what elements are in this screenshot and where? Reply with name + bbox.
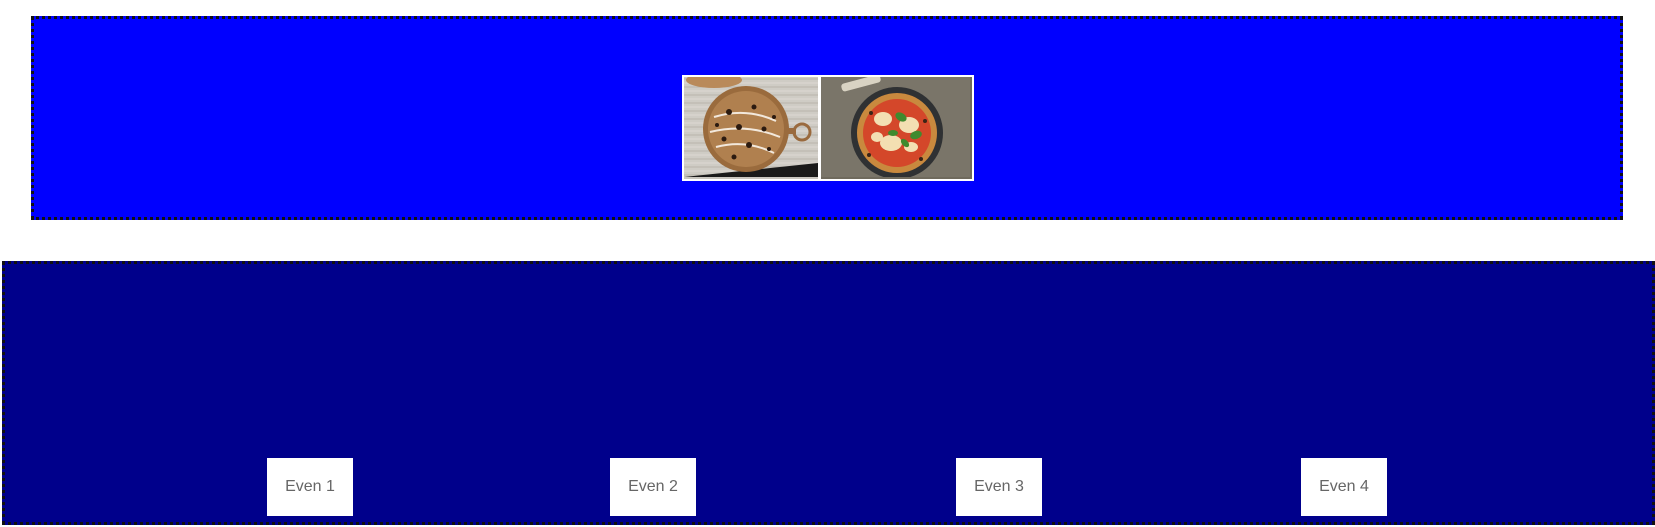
even-card-label: Even 4 <box>1319 478 1369 495</box>
cookie-pizza-illustration <box>684 77 818 177</box>
bottom-navy-banner: Even 1 Even 2 Even 3 Even 4 <box>2 261 1655 525</box>
margherita-pizza-illustration <box>821 77 970 179</box>
even-card-1[interactable]: Even 1 <box>267 458 353 516</box>
even-card-3[interactable]: Even 3 <box>956 458 1042 516</box>
even-card-2[interactable]: Even 2 <box>610 458 696 516</box>
even-card-label: Even 1 <box>285 478 335 495</box>
page: Even 1 Even 2 Even 3 Even 4 <box>0 0 1655 527</box>
top-blue-banner <box>31 16 1623 220</box>
margherita-pizza-image[interactable] <box>821 77 972 179</box>
even-card-label: Even 2 <box>628 478 678 495</box>
cookie-pizza-image[interactable] <box>684 77 818 179</box>
even-card-4[interactable]: Even 4 <box>1301 458 1387 516</box>
even-card-label: Even 3 <box>974 478 1024 495</box>
image-gallery <box>682 75 974 181</box>
